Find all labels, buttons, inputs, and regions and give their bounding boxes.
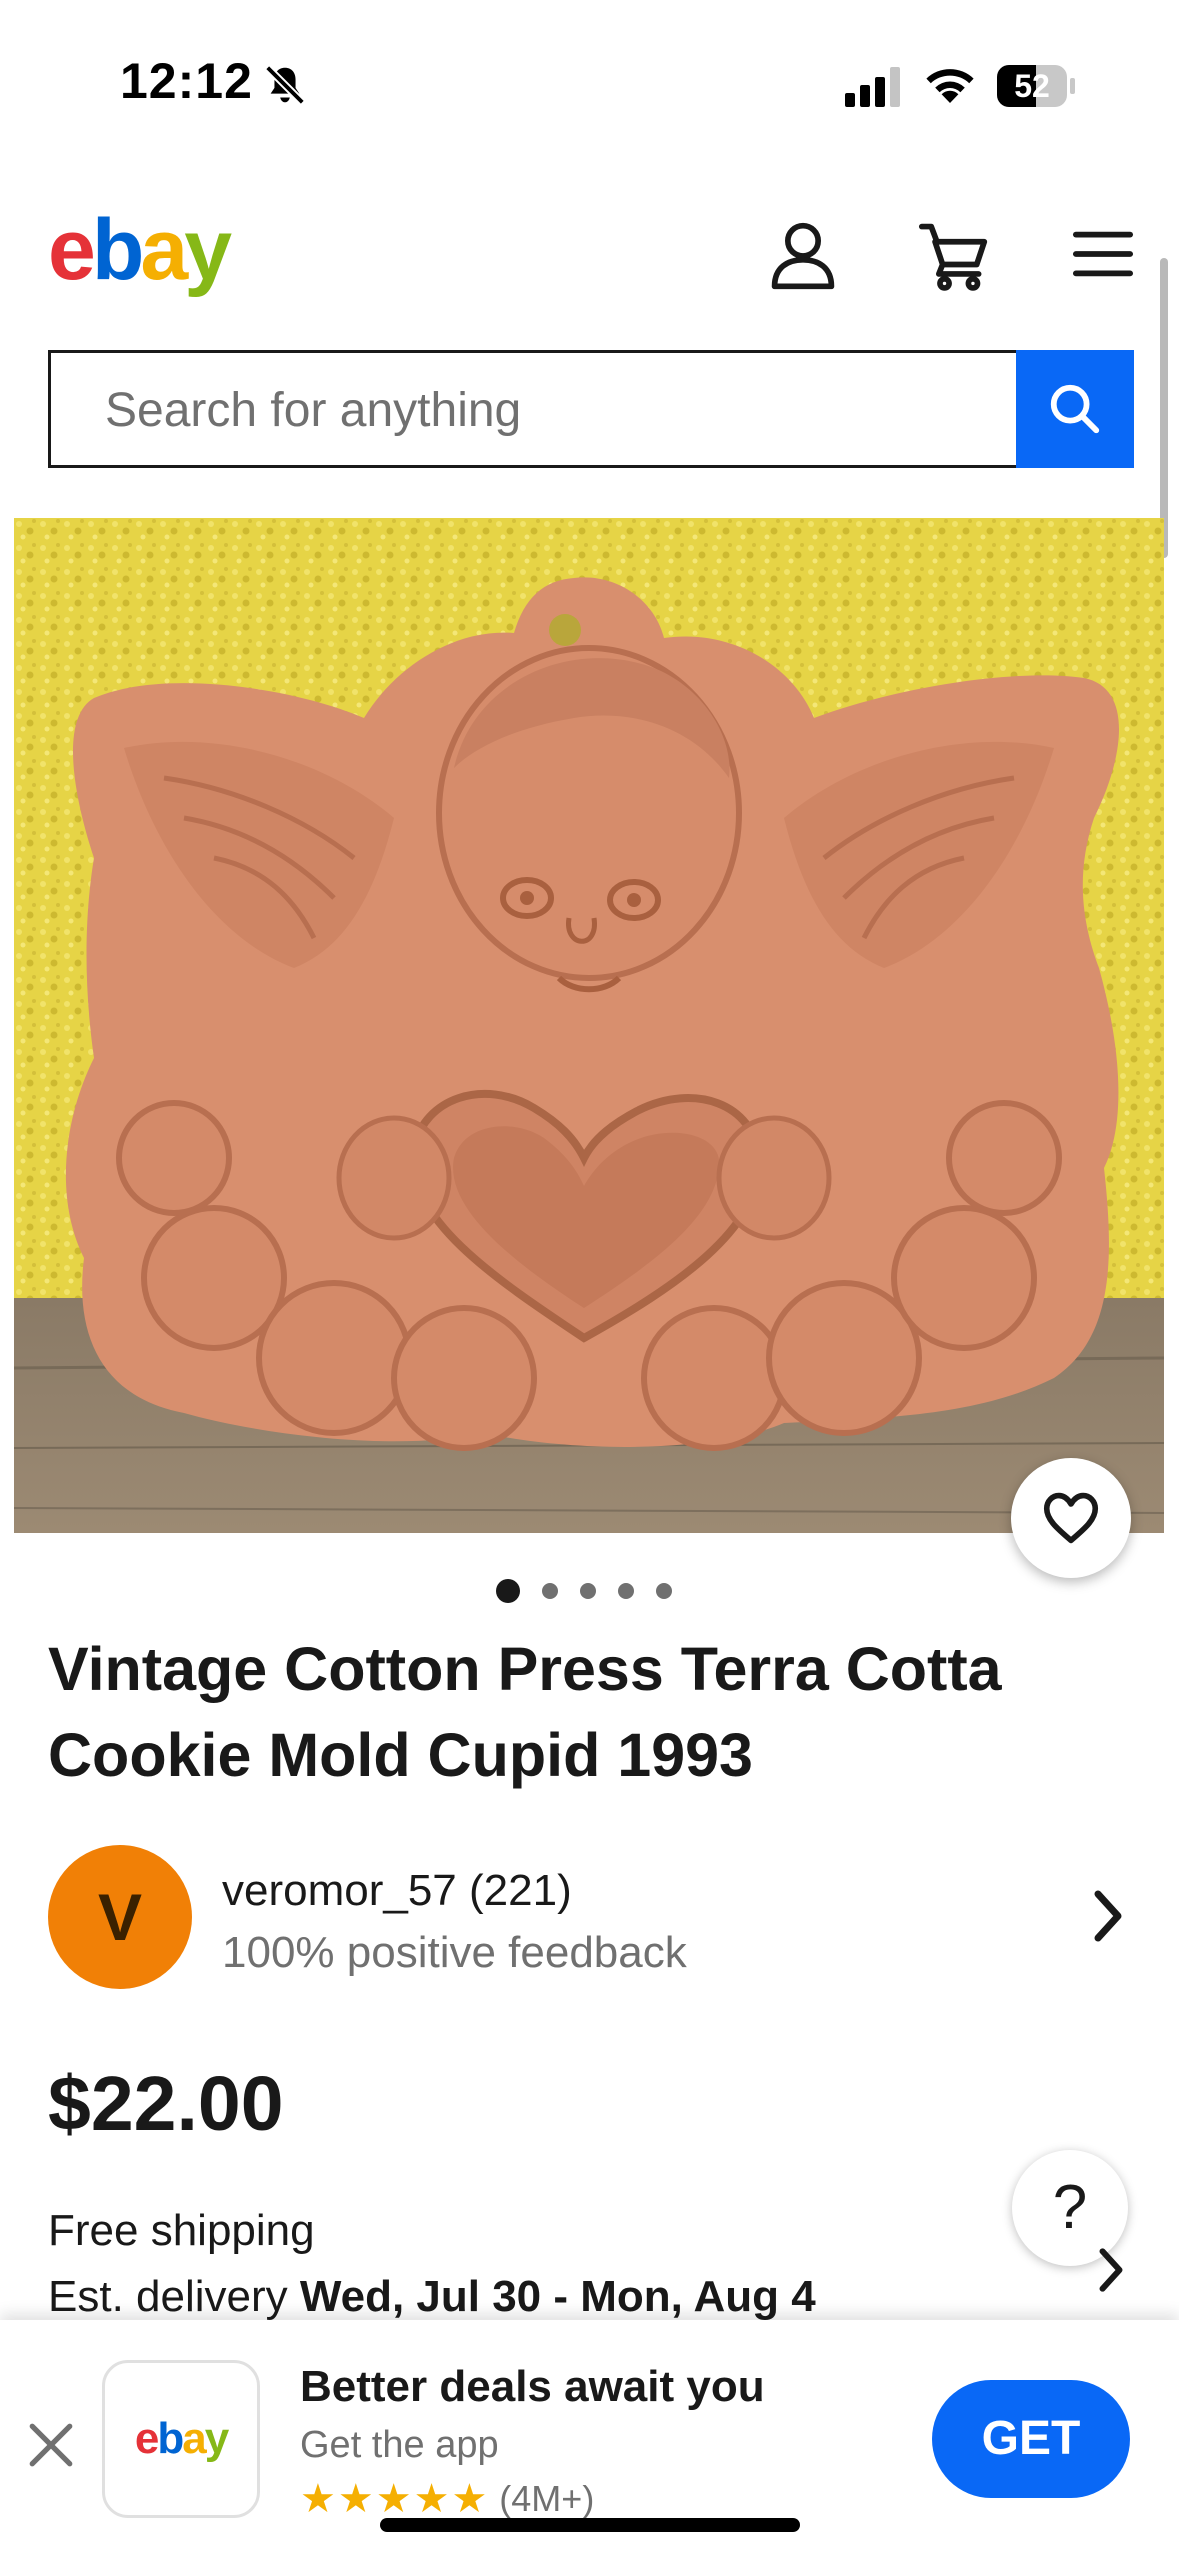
logo-letter-b: b [157,2414,184,2463]
logo-letter-e: e [134,2414,160,2463]
banner-subtitle: Get the app [300,2424,499,2466]
banner-rating: ★★★★★ (4M+) [300,2476,594,2522]
carousel-dot-1[interactable] [496,1579,520,1603]
chevron-right-icon[interactable] [1088,1888,1128,1944]
shipping-label: Free shipping [48,2206,315,2255]
carousel-dot-2[interactable] [542,1583,558,1599]
carousel-dot-3[interactable] [580,1583,596,1599]
heart-icon [1043,1492,1099,1544]
cellular-signal-icon [845,67,900,107]
close-icon[interactable] [26,2420,76,2470]
seller-feedback: 100% positive feedback [222,1928,687,1977]
star-rating-icon: ★★★★★ [300,2477,490,2521]
banner-title: Better deals await you [300,2362,765,2411]
seller-avatar[interactable]: V [48,1845,192,1989]
logo-letter-b: b [91,202,145,298]
ebay-app-icon: ebay [102,2360,260,2518]
scrollbar-thumb[interactable] [1160,258,1168,558]
product-image[interactable] [14,518,1164,1533]
bell-off-icon [265,65,305,105]
delivery-dates: Wed, Jul 30 - Mon, Aug 4 [299,2272,816,2321]
get-app-button[interactable]: GET [932,2380,1130,2498]
item-title: Vintage Cotton Press Terra Cotta Cookie … [48,1635,1002,1789]
ebay-logo[interactable]: ebay [48,202,232,298]
logo-letter-y: y [184,202,232,298]
search-button[interactable] [1016,350,1134,468]
battery-level: 52 [1014,68,1050,104]
wifi-icon [926,69,974,103]
shipping-chevron-right-icon[interactable] [1094,2246,1128,2294]
search-field[interactable] [48,350,1016,468]
delivery-prefix: Est. delivery [48,2272,300,2321]
menu-icon[interactable] [1072,228,1134,280]
add-to-watchlist-button[interactable] [1011,1458,1131,1578]
seller-name[interactable]: veromor_57 (221) [222,1866,572,1916]
logo-letter-e: e [48,202,96,298]
account-icon[interactable] [768,220,838,292]
item-price: $22.00 [48,2061,284,2147]
carousel-dot-5[interactable] [656,1583,672,1599]
search-icon [1050,384,1100,434]
carousel-dot-4[interactable] [618,1583,634,1599]
delivery-estimate: Est. delivery Wed, Jul 30 - Mon, Aug 4 [48,2272,816,2322]
status-time: 12:12 [120,53,253,109]
logo-letter-y: y [204,2414,230,2463]
banner-ebay-logo: ebay [134,2414,230,2464]
image-carousel-dots[interactable] [496,1576,672,1606]
cart-icon[interactable] [918,218,990,292]
home-indicator[interactable] [380,2518,800,2532]
logo-letter-a: a [140,202,188,298]
logo-letter-a: a [182,2414,207,2463]
cupid-cookie-mold-photo [14,518,1164,1533]
review-count: (4M+) [499,2478,595,2519]
search-input[interactable] [103,353,987,467]
